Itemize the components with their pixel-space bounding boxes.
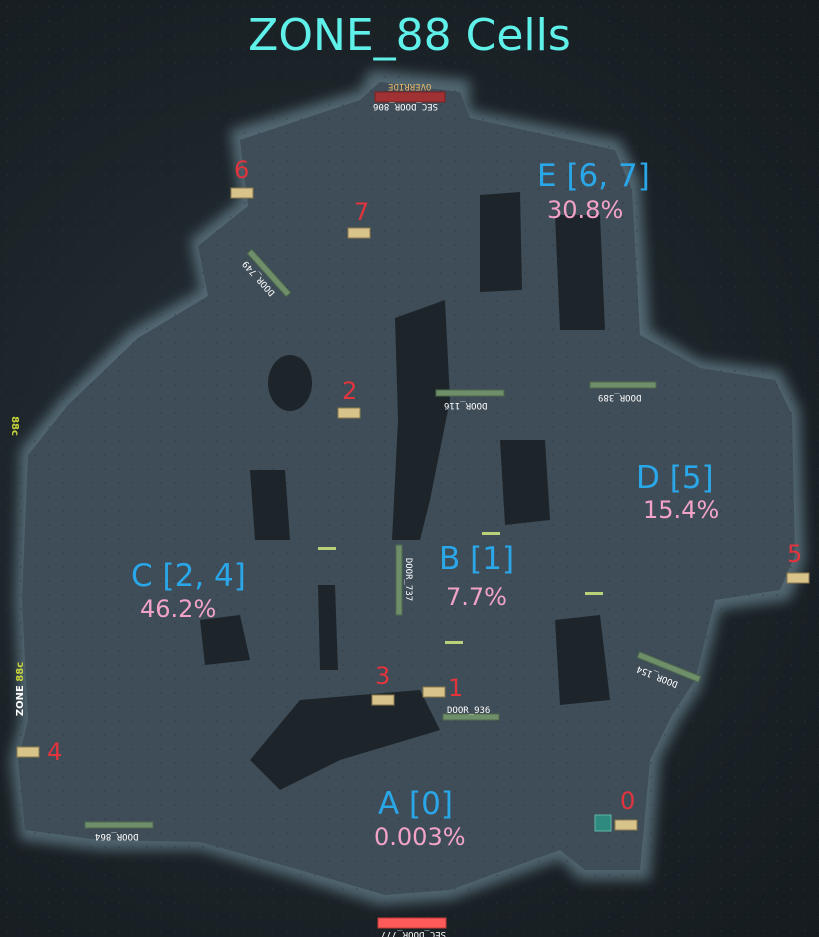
map-title: ZONE_88 Cells xyxy=(248,10,571,61)
sec-door-806-label[interactable]: SEC_DOOR_806 xyxy=(373,100,438,111)
zone-e-percent: 30.8% xyxy=(547,196,624,224)
door-116-label[interactable]: DOOR_116 xyxy=(444,399,487,410)
cell-number-4: 4 xyxy=(47,738,63,766)
zone-c-percent: 46.2% xyxy=(140,595,217,623)
override-label: OVERRIDE xyxy=(388,81,432,91)
zone-b-label: B [1] xyxy=(439,541,515,577)
cell-number-7: 7 xyxy=(354,198,370,226)
zone-a-label: A [0] xyxy=(378,786,453,822)
cell-number-2: 2 xyxy=(342,377,358,405)
cell-number-1: 1 xyxy=(448,674,464,702)
zone-tag-top-num: 88c xyxy=(8,416,20,436)
teal-container xyxy=(594,814,612,832)
door-389-label[interactable]: DOOR_389 xyxy=(598,391,641,402)
zone-tag-bottom: ZONE 88c xyxy=(15,662,27,716)
zone-tag-bottom-num: 88c xyxy=(15,661,27,682)
sec-door-777-label[interactable]: SEC_DOOR_777 xyxy=(381,928,446,937)
door-936-label[interactable]: DOOR_936 xyxy=(447,706,490,717)
zone-e-label: E [6, 7] xyxy=(537,158,650,194)
zone-a-percent: 0.003% xyxy=(374,823,466,851)
door-864-label[interactable]: DOOR_864 xyxy=(95,830,138,841)
zone-tag-bottom-zone: ZONE xyxy=(15,685,27,717)
zone-b-percent: 7.7% xyxy=(446,583,507,611)
cell-number-0: 0 xyxy=(620,787,636,815)
zone-d-label: D [5] xyxy=(636,460,714,496)
cell-number-3: 3 xyxy=(375,662,391,690)
zone-c-label: C [2, 4] xyxy=(131,558,246,594)
cell-number-5: 5 xyxy=(787,540,803,568)
zone-tag-top: 88c xyxy=(8,416,20,436)
door-737-label[interactable]: DOOR_737 xyxy=(402,558,413,601)
cell-number-6: 6 xyxy=(234,156,250,184)
zone-map[interactable]: ZONE_88 Cells E [6, 7] 30.8% D [5] 15.4%… xyxy=(0,0,819,937)
zone-d-percent: 15.4% xyxy=(643,496,720,524)
